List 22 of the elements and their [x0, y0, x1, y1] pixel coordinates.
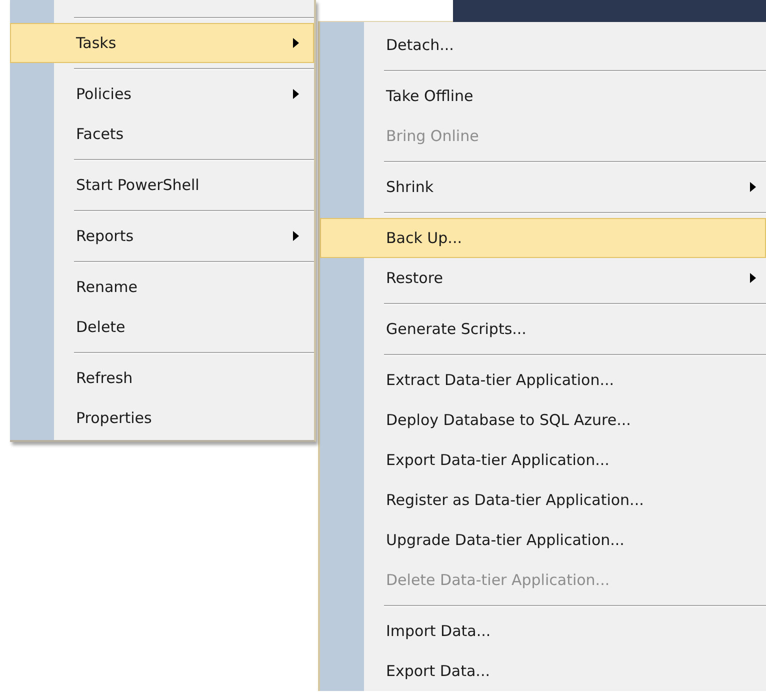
menu-item[interactable]: Facets	[10, 114, 314, 154]
menu-item[interactable]: Take Offline	[320, 76, 766, 116]
menu-item[interactable]: Import Data...	[320, 611, 766, 651]
menu-item[interactable]: Export Data-tier Application...	[320, 440, 766, 480]
menu-item[interactable]: Properties	[10, 398, 314, 438]
menu-item[interactable]: Refresh	[10, 358, 314, 398]
menu-item[interactable]: Detach...	[320, 25, 766, 65]
menu-item[interactable]: Start PowerShell	[10, 165, 314, 205]
menu-item[interactable]: Register as Data-tier Application...	[320, 480, 766, 520]
menu-item[interactable]: Extract Data-tier Application...	[320, 360, 766, 400]
menu-item[interactable]: Export Data...	[320, 651, 766, 691]
menu-item[interactable]: Rename	[10, 267, 314, 307]
menu-item[interactable]: Deploy Database to SQL Azure...	[320, 400, 766, 440]
menu-item[interactable]: Restore	[320, 258, 766, 298]
menu-item[interactable]: Delete	[10, 307, 314, 347]
menu-item[interactable]: Reports	[10, 216, 314, 256]
menu-item[interactable]: Back Up...	[320, 218, 766, 258]
menu-item[interactable]: Shrink	[320, 167, 766, 207]
menu-item[interactable]: Generate Scripts...	[320, 309, 766, 349]
menu-item[interactable]: Policies	[10, 74, 314, 114]
menu-item[interactable]: Upgrade Data-tier Application...	[320, 520, 766, 560]
menu-item[interactable]: Tasks	[10, 23, 314, 63]
